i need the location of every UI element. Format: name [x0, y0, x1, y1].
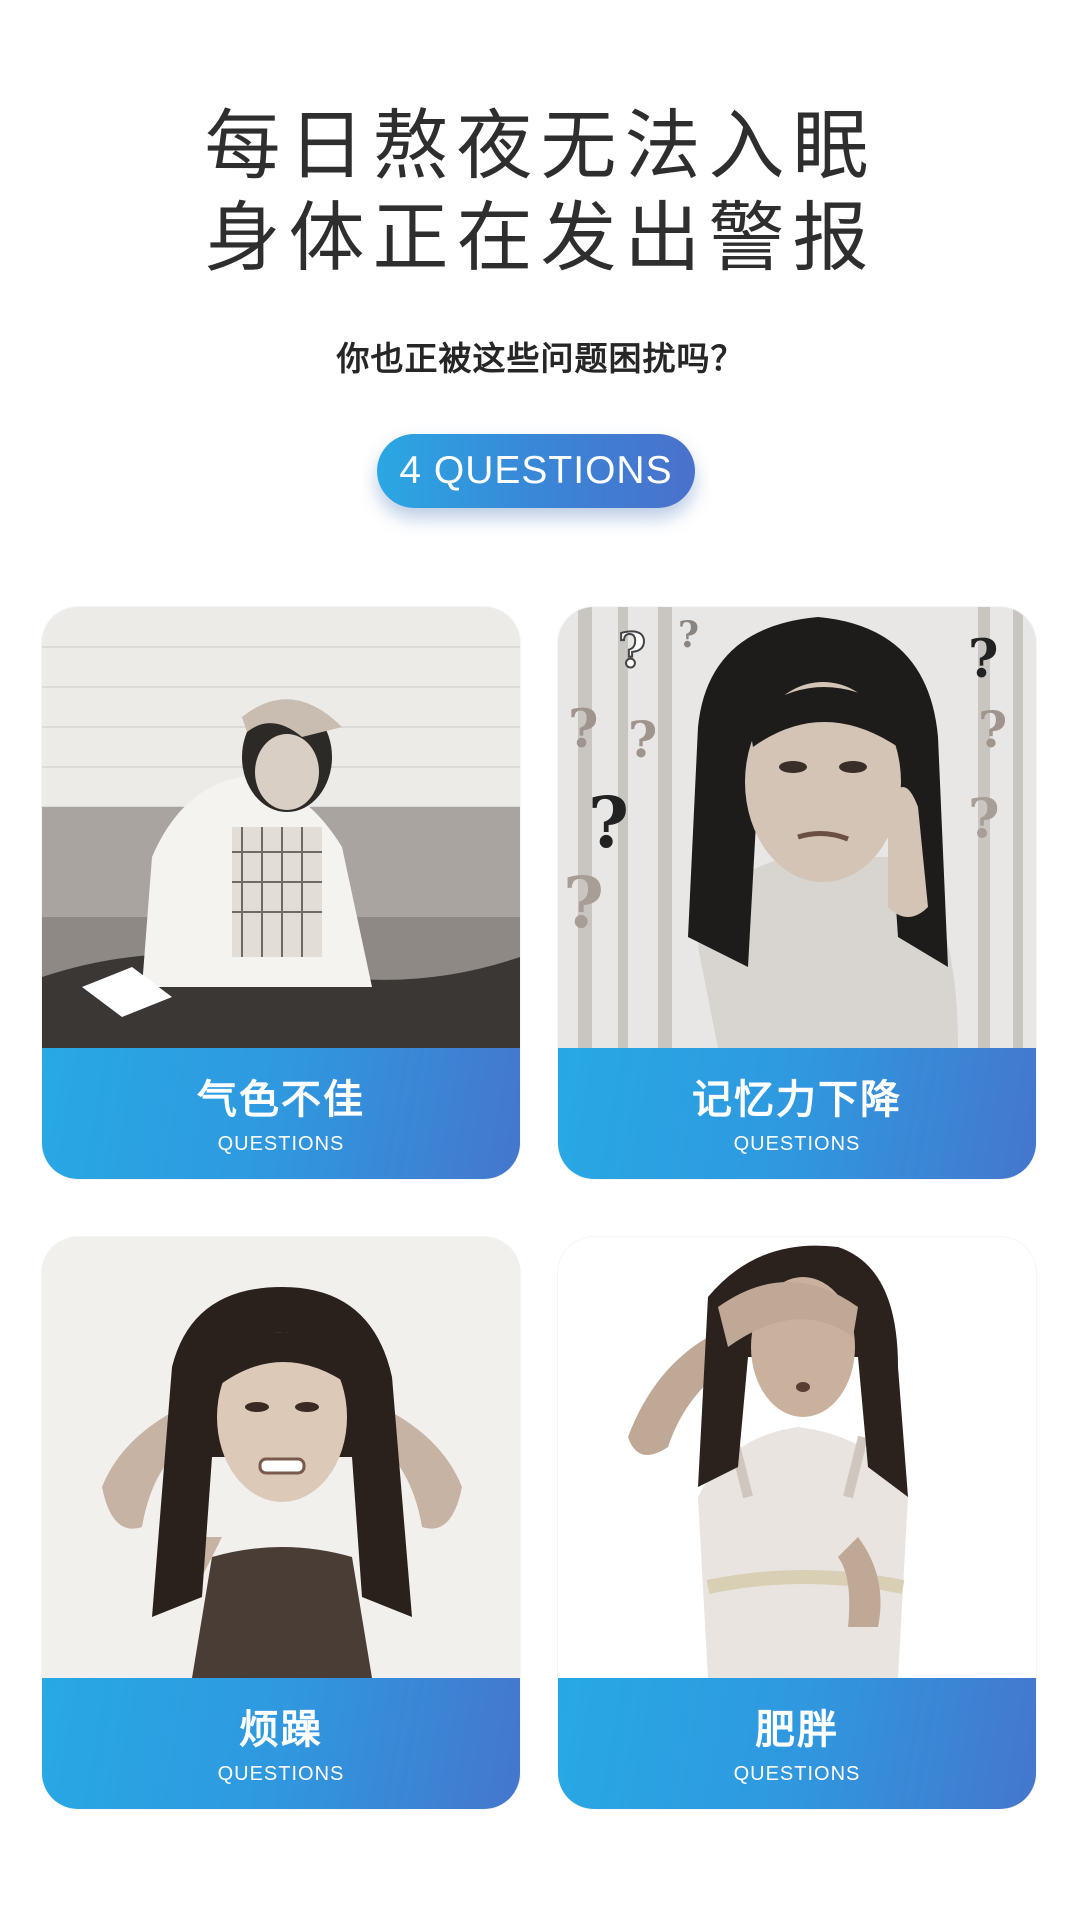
card-title: 记忆力下降 — [692, 1077, 902, 1123]
svg-text:?: ? — [568, 699, 598, 760]
question-card-irritability[interactable]: 烦躁 QUESTIONS — [42, 1237, 520, 1809]
card-subtitle: QUESTIONS — [217, 1133, 345, 1155]
irritated-woman-photo — [42, 1237, 520, 1678]
svg-text:?: ? — [563, 861, 604, 944]
card-subtitle: QUESTIONS — [733, 1763, 861, 1785]
svg-text:?: ? — [968, 629, 998, 690]
svg-text:?: ? — [968, 786, 1000, 850]
card-label-band: 气色不佳 QUESTIONS — [42, 1048, 520, 1179]
svg-text:?: ? — [618, 623, 646, 679]
subheadline: 你也正被这些问题困扰吗？ — [336, 339, 745, 378]
svg-text:?: ? — [978, 700, 1007, 759]
question-card-memory[interactable]: ? ? ? ? ? ? ? ? ? 记忆力下降 QUESTIONS — [558, 607, 1036, 1179]
svg-text:?: ? — [678, 614, 699, 656]
svg-text:?: ? — [588, 781, 629, 864]
headline-line-2: 身体正在发出警报 — [204, 193, 877, 282]
question-card-complexion[interactable]: 气色不佳 QUESTIONS — [42, 607, 520, 1179]
card-label-band: 烦躁 QUESTIONS — [42, 1678, 520, 1809]
card-title: 肥胖 — [755, 1707, 839, 1753]
headline: 每日熬夜无法入眠 身体正在发出警报 — [0, 100, 1081, 284]
svg-text:?: ? — [628, 710, 657, 769]
thinking-woman-photo: ? ? ? ? ? ? ? ? ? — [558, 607, 1036, 1048]
card-subtitle: QUESTIONS — [217, 1763, 345, 1785]
card-title: 气色不佳 — [197, 1077, 365, 1123]
card-subtitle: QUESTIONS — [733, 1133, 861, 1155]
measuring-woman-photo — [558, 1237, 1036, 1678]
questions-badge: 4 QUESTIONS — [377, 434, 695, 508]
question-card-obesity[interactable]: 肥胖 QUESTIONS — [558, 1237, 1036, 1809]
card-label-band: 肥胖 QUESTIONS — [558, 1678, 1036, 1809]
headline-line-1: 每日熬夜无法入眠 — [204, 101, 877, 190]
card-title: 烦躁 — [239, 1707, 323, 1753]
tired-woman-photo — [42, 607, 520, 1048]
card-label-band: 记忆力下降 QUESTIONS — [558, 1048, 1036, 1179]
